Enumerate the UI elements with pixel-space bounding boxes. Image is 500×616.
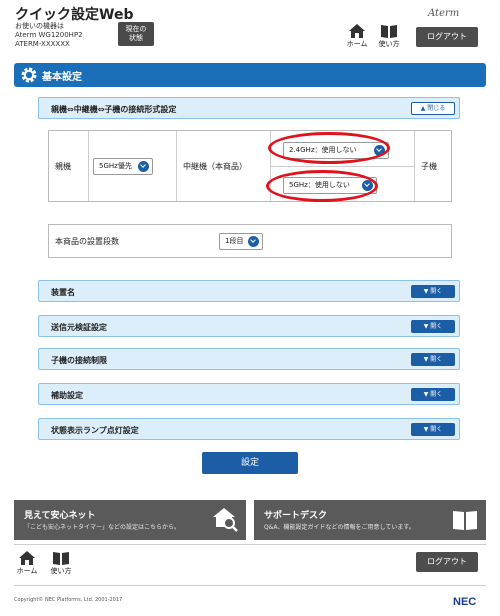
logout-button[interactable]: ログアウト: [416, 27, 478, 47]
highlight-ring-5ghz: [266, 170, 378, 202]
accordion-auxiliary[interactable]: 補助設定 ▼ 開く: [38, 383, 460, 405]
nec-logo: NEC: [453, 596, 477, 608]
gear-icon: [21, 67, 37, 83]
section-title: 基本設定: [42, 72, 82, 83]
open-button[interactable]: ▼ 開く: [411, 353, 455, 366]
footer-manual-button[interactable]: 使い方: [46, 551, 76, 581]
stage-label: 本商品の設置段数: [55, 237, 119, 246]
footer-home-button[interactable]: ホーム: [12, 551, 42, 581]
accordion-status-lamp[interactable]: 状態表示ランプ点灯設定 ▼ 開く: [38, 418, 460, 440]
open-button[interactable]: ▼ 開く: [411, 320, 455, 333]
aterm-logo: Aterm: [428, 8, 460, 19]
home-icon: [19, 551, 35, 565]
current-status-button[interactable]: 現在の 状態: [118, 22, 154, 46]
book-icon: [381, 25, 397, 38]
relay-label: 中継機（本商品）: [183, 162, 247, 171]
home-icon: [349, 24, 365, 38]
accordion-source-verification[interactable]: 送信元検証設定 ▼ 開く: [38, 315, 460, 337]
accordion-connection-limit[interactable]: 子機の接続制限 ▼ 開く: [38, 348, 460, 370]
book-icon: [53, 552, 69, 565]
connection-type-accordion[interactable]: 親機⇔中継機⇔子機の接続形式設定 ▲ 閉じる: [38, 97, 460, 119]
child-label: 子機: [421, 162, 437, 171]
mieteanshin-banner[interactable]: 見えて安心ネット 「こども安心ネットタイマー」などの設定はこちらから。: [14, 500, 246, 540]
highlight-ring-24ghz: [268, 132, 390, 164]
copyright: Copyright© NEC Platforms, Ltd. 2001-2017: [14, 597, 123, 603]
accordion-device-name[interactable]: 装置名 ▼ 開く: [38, 280, 460, 302]
device-info: お使いの機器は Aterm WG1200HP2 ATERM-XXXXXX: [15, 22, 83, 48]
book-icon: [453, 511, 477, 530]
installation-stage-row: 本商品の設置段数 1段目: [48, 224, 452, 258]
header: クイック設定Web お使いの機器は Aterm WG1200HP2 ATERM-…: [0, 0, 500, 58]
footer-logout-button[interactable]: ログアウト: [416, 552, 478, 572]
close-button[interactable]: ▲ 閉じる: [411, 102, 455, 115]
open-button[interactable]: ▼ 開く: [411, 423, 455, 436]
open-button[interactable]: ▼ 開く: [411, 388, 455, 401]
chevron-down-icon: [138, 161, 149, 172]
section-header: 基本設定: [14, 63, 486, 87]
manual-button[interactable]: 使い方: [374, 24, 404, 54]
home-button[interactable]: ホーム: [342, 24, 372, 54]
set-button[interactable]: 設定: [202, 452, 298, 474]
parent-band-select[interactable]: 5GHz優先: [93, 158, 153, 175]
app-title: クイック設定Web: [15, 7, 134, 23]
accordion-title: 親機⇔中継機⇔子機の接続形式設定: [51, 105, 177, 114]
open-button[interactable]: ▼ 開く: [411, 285, 455, 298]
connection-table: 親機 5GHz優先 中継機（本商品） 2.4GHz：使用しない 5GHz：使用し…: [48, 130, 452, 202]
stage-select[interactable]: 1段目: [219, 233, 263, 250]
parent-label: 親機: [55, 162, 71, 171]
chevron-down-icon: [248, 236, 259, 247]
support-desk-banner[interactable]: サポートデスク Q&A、機能設定ガイドなどの情報をご用意しています。: [254, 500, 486, 540]
house-search-icon: [213, 508, 238, 532]
